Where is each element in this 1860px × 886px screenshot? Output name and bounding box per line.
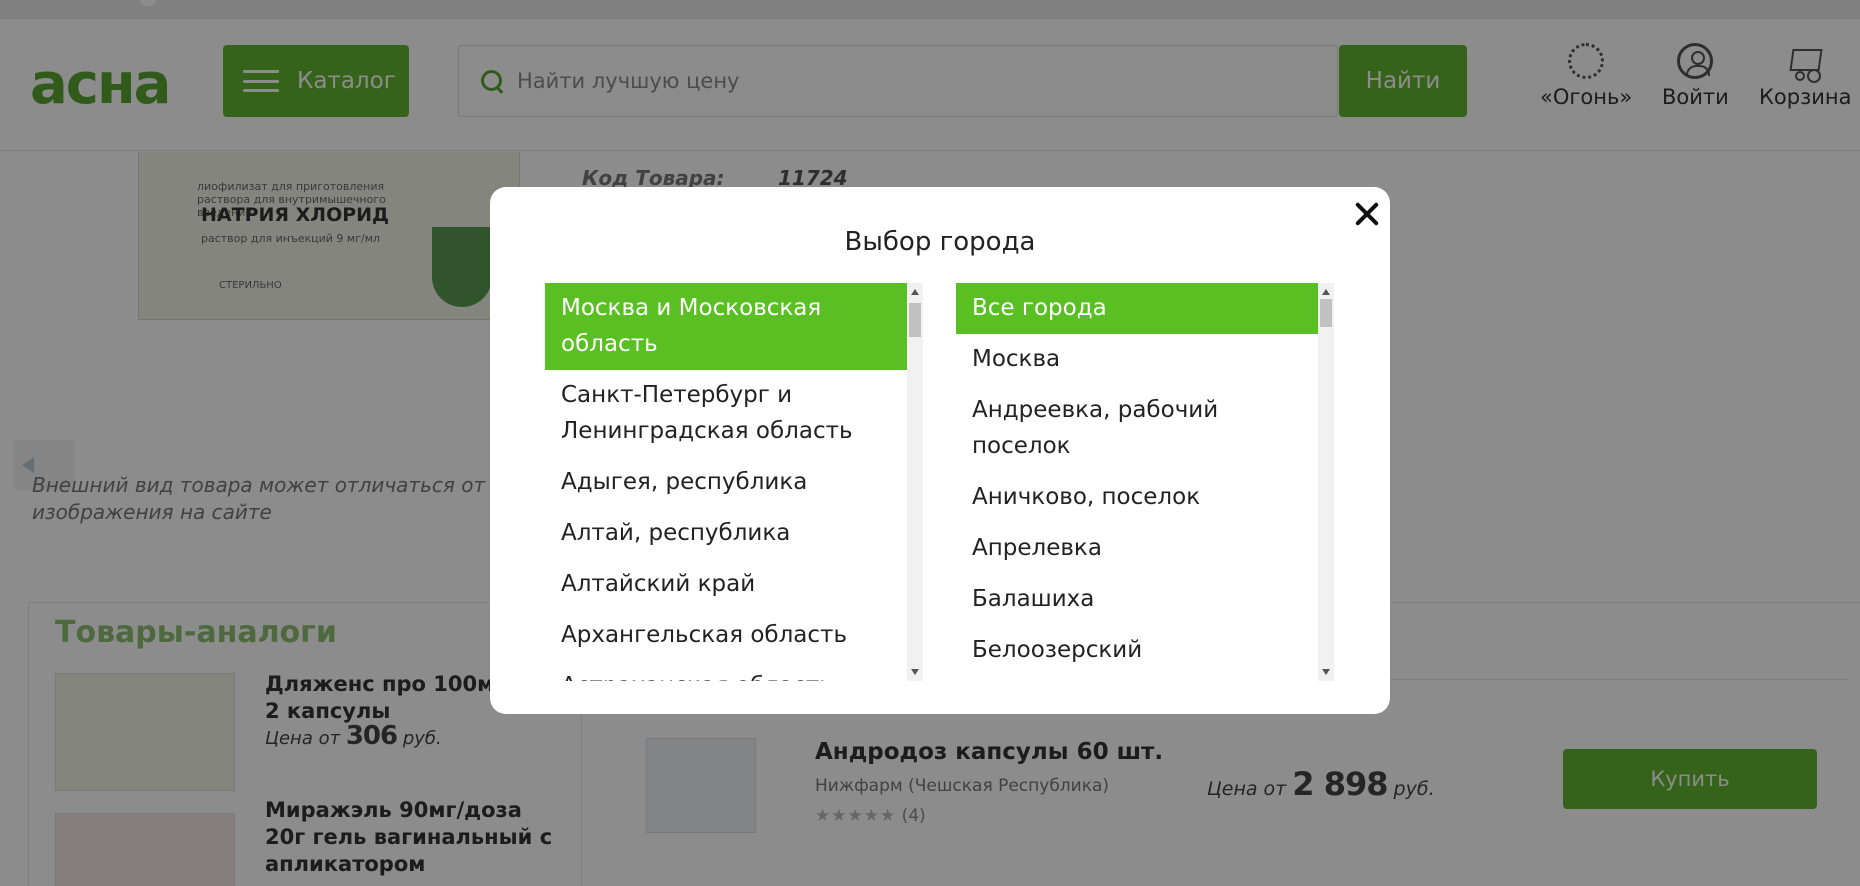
scroll-down-icon[interactable] xyxy=(910,667,920,677)
region-item[interactable]: Адыгея, республика xyxy=(545,457,907,508)
scroll-down-icon[interactable] xyxy=(1321,667,1331,677)
region-scroll-thumb[interactable] xyxy=(909,303,921,337)
close-icon[interactable] xyxy=(1350,197,1384,231)
city-item[interactable]: Андреевка, рабочий поселок xyxy=(956,385,1318,472)
region-item[interactable]: Архангельская область xyxy=(545,610,907,661)
region-list[interactable]: Москва и Московская область Санкт-Петерб… xyxy=(545,283,923,681)
scroll-up-icon[interactable] xyxy=(1321,287,1331,297)
city-item[interactable]: Все города xyxy=(956,283,1318,334)
city-item[interactable]: Апрелевка xyxy=(956,523,1318,574)
city-list[interactable]: Все города Москва Андреевка, рабочий пос… xyxy=(956,283,1334,681)
city-select-modal: Выбор города Москва и Московская область… xyxy=(490,187,1390,714)
region-item[interactable]: Алтайский край xyxy=(545,559,907,610)
modal-title: Выбор города xyxy=(844,227,1036,257)
city-scroll-thumb[interactable] xyxy=(1320,299,1332,327)
city-item[interactable]: Москва xyxy=(956,334,1318,385)
region-item[interactable]: Санкт-Петербург и Ленинградская область xyxy=(545,370,907,457)
city-item[interactable]: Аничково, поселок xyxy=(956,472,1318,523)
region-item[interactable]: Алтай, республика xyxy=(545,508,907,559)
city-item[interactable]: Балашиха xyxy=(956,574,1318,625)
city-item[interactable]: Белоозерский xyxy=(956,625,1318,676)
city-scrollbar[interactable] xyxy=(1318,283,1334,681)
region-scrollbar[interactable] xyxy=(907,283,923,681)
region-item[interactable]: Астраханская область xyxy=(545,661,907,681)
region-item[interactable]: Москва и Московская область xyxy=(545,283,907,370)
scroll-up-icon[interactable] xyxy=(910,287,920,297)
